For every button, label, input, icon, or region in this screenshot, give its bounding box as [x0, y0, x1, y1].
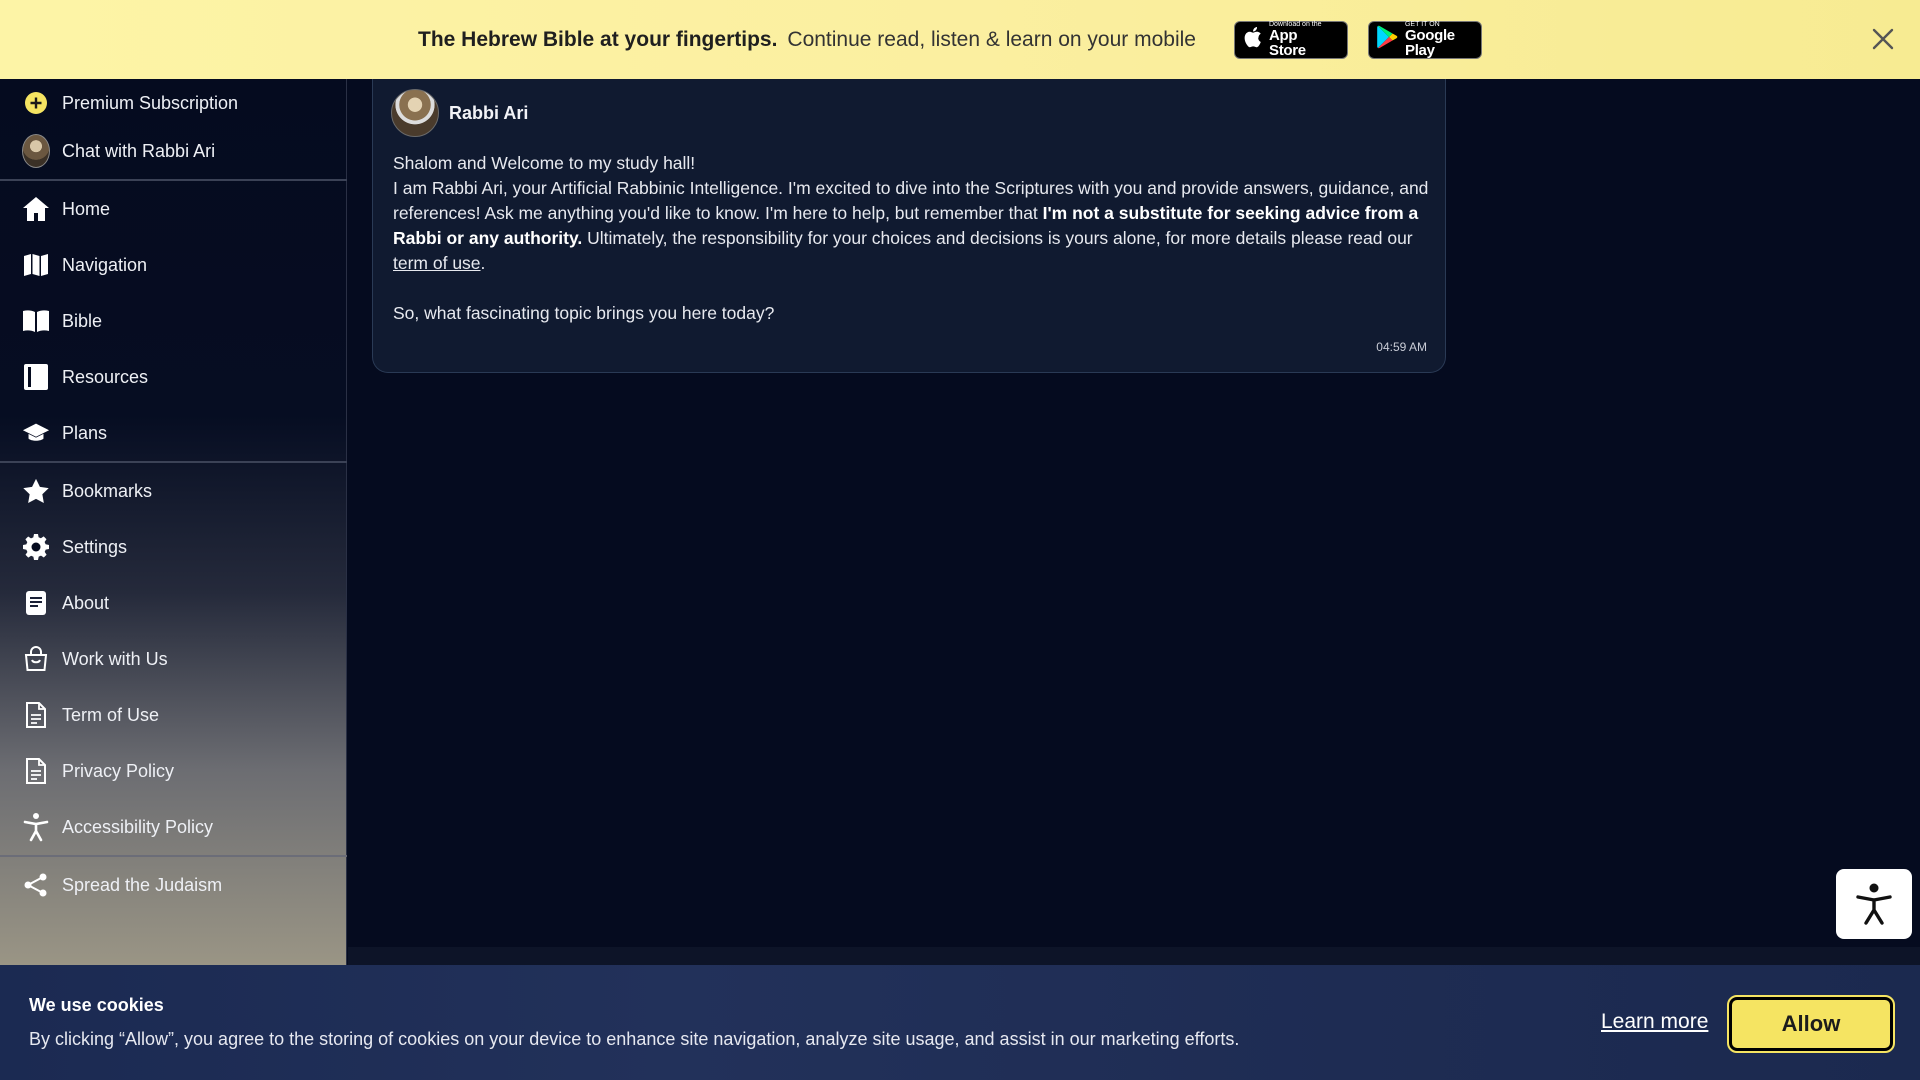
chat-input-area[interactable] — [348, 947, 1920, 965]
apple-icon — [1243, 26, 1263, 53]
google-play-label: Google Play — [1404, 27, 1455, 59]
share-icon — [22, 871, 50, 899]
cookie-message: By clicking “Allow”, you agree to the st… — [29, 1029, 1240, 1049]
sidebar-item-label: About — [62, 592, 110, 613]
cookie-banner: We use cookies By clicking “Allow”, you … — [0, 965, 1920, 1080]
close-icon — [1872, 28, 1894, 50]
open-book-icon — [22, 307, 50, 335]
file-icon — [22, 757, 50, 785]
terms-link[interactable]: term of use — [393, 253, 481, 273]
message-intro: I am Rabbi Ari, your Artificial Rabbinic… — [393, 178, 1429, 273]
sidebar-item-label: Chat with Rabbi Ari — [62, 140, 216, 161]
sidebar-item-spread-the-judaism[interactable]: Spread the Judaism — [0, 857, 346, 913]
app-store-label: App Store — [1268, 27, 1306, 59]
sidebar-item-label: Work with Us — [62, 648, 168, 669]
sidebar-item-label: Navigation — [62, 254, 148, 275]
sidebar-item-term-of-use[interactable]: Term of Use — [0, 687, 346, 743]
sidebar-item-label: Resources — [62, 366, 149, 387]
gear-icon — [22, 533, 50, 561]
google-play-icon — [1377, 25, 1399, 54]
chat-area: Rabbi Ari Shalom and Welcome to my study… — [348, 75, 1920, 965]
sidebar-item-label: Privacy Policy — [62, 760, 175, 781]
book-icon — [22, 363, 50, 391]
app-download-banner: The Hebrew Bible at your fingertips. Con… — [0, 0, 1920, 79]
sidebar-item-accessibility-policy[interactable]: Accessibility Policy — [0, 799, 346, 855]
learn-more-link[interactable]: Learn more — [1601, 1010, 1708, 1034]
sidebar-item-settings[interactable]: Settings — [0, 519, 346, 575]
sidebar-item-bible[interactable]: Bible — [0, 293, 346, 349]
sidebar-item-label: Plans — [62, 422, 108, 443]
sidebar-item-label: Accessibility Policy — [62, 816, 214, 837]
sidebar-item-premium-subscription[interactable]: Premium Subscription — [0, 83, 346, 123]
message-body: Shalom and Welcome to my study hall! I a… — [393, 151, 1433, 326]
sidebar-item-chat-with-rabbi-ari[interactable]: Chat with Rabbi Ari — [0, 123, 346, 179]
sidebar-item-label: Bible — [62, 310, 103, 331]
sidebar-item-label: Term of Use — [62, 704, 160, 725]
sidebar-item-label: Spread the Judaism — [62, 874, 223, 895]
rabbi-avatar — [391, 89, 439, 137]
accessibility-icon — [22, 813, 50, 842]
cookie-title: We use cookies — [29, 995, 164, 1015]
message-header: Rabbi Ari — [391, 89, 528, 137]
sidebar-item-label: Bookmarks — [62, 480, 153, 501]
sidebar-item-about[interactable]: About — [0, 575, 346, 631]
rabbi-avatar — [22, 134, 50, 168]
sidebar-item-label: Premium Subscription — [62, 92, 239, 113]
chat-message: Rabbi Ari Shalom and Welcome to my study… — [372, 75, 1446, 373]
accessibility-icon — [1856, 883, 1892, 925]
sender-name: Rabbi Ari — [449, 102, 529, 123]
sidebar-item-label: Settings — [62, 536, 128, 557]
accessibility-widget-button[interactable] — [1836, 869, 1912, 939]
message-question: So, what fascinating topic brings you he… — [393, 303, 775, 323]
star-icon — [22, 477, 50, 505]
bag-icon — [22, 645, 50, 673]
message-timestamp: 04:59 AM — [1376, 340, 1427, 354]
sidebar-item-navigation[interactable]: Navigation — [0, 237, 346, 293]
banner-headline: The Hebrew Bible at your fingertips. — [418, 27, 778, 51]
app-store-button[interactable]: Download on the App Store — [1233, 20, 1348, 59]
allow-cookies-button[interactable]: Allow — [1727, 995, 1895, 1053]
sidebar-item-work-with-us[interactable]: Work with Us — [0, 631, 346, 687]
sidebar-item-label: Home — [62, 198, 111, 219]
banner-text: Continue read, listen & learn on your mo… — [787, 27, 1196, 51]
sidebar-item-privacy-policy[interactable]: Privacy Policy — [0, 743, 346, 799]
google-play-button[interactable]: GET IT ON Google Play — [1367, 20, 1482, 59]
graduation-cap-icon — [22, 419, 50, 447]
file-icon — [22, 701, 50, 729]
document-icon — [22, 589, 50, 617]
sidebar-item-resources[interactable]: Resources — [0, 349, 346, 405]
plus-circle-icon — [22, 89, 50, 117]
sidebar: Premium Subscription Chat with Rabbi Ari… — [0, 79, 347, 965]
close-banner-button[interactable] — [1870, 26, 1896, 52]
sidebar-item-bookmarks[interactable]: Bookmarks — [0, 463, 346, 519]
message-greeting: Shalom and Welcome to my study hall! — [393, 153, 696, 173]
sidebar-item-plans[interactable]: Plans — [0, 405, 346, 461]
sidebar-item-home[interactable]: Home — [0, 181, 346, 237]
map-icon — [22, 251, 50, 279]
home-icon — [22, 195, 50, 223]
